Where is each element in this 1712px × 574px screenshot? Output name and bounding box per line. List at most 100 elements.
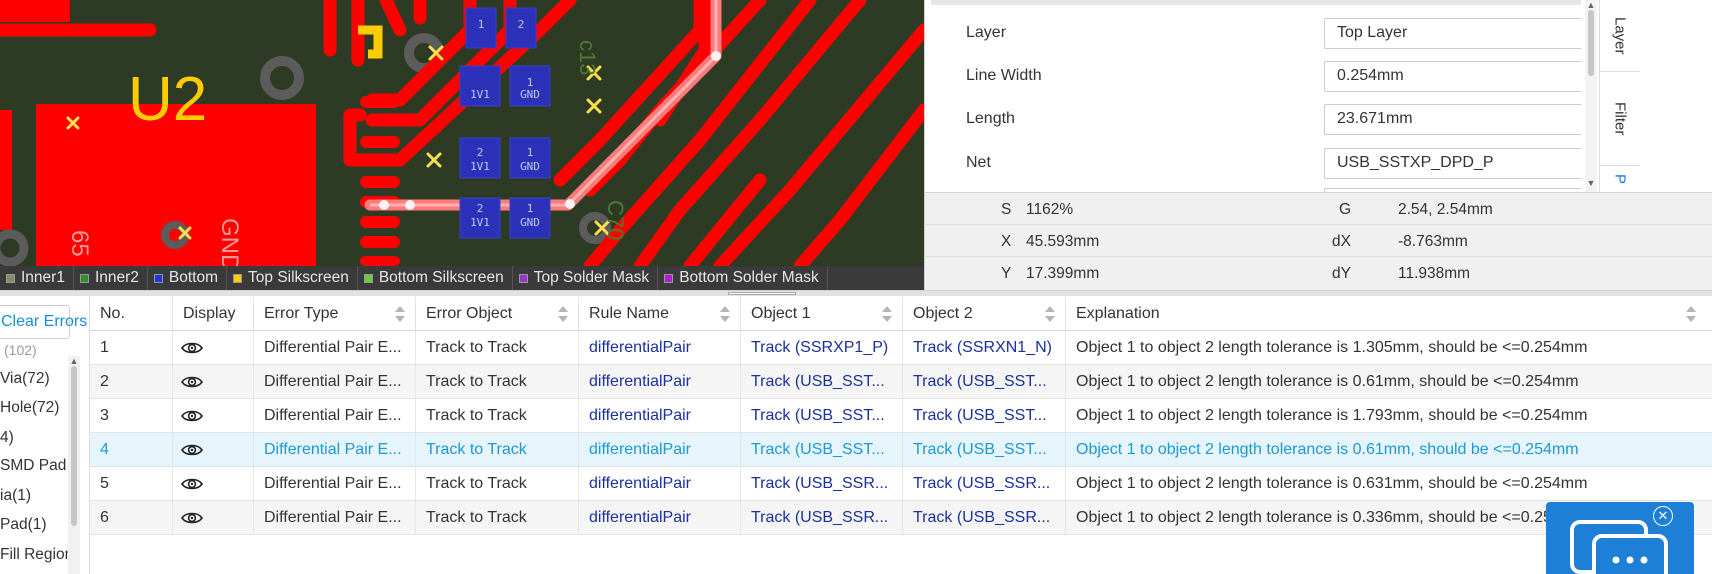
property-row-net: Net USB_SSTXP_DPD_P✕⌄	[931, 143, 1581, 183]
cell-display	[173, 365, 254, 398]
list-item[interactable]: ia(1)	[0, 487, 31, 505]
sort-icon[interactable]	[1686, 306, 1696, 322]
eye-icon[interactable]	[181, 409, 203, 423]
sort-icon[interactable]	[1045, 306, 1055, 322]
cell-rule-name[interactable]: differentialPair	[579, 331, 741, 364]
eye-icon[interactable]	[181, 341, 203, 355]
properties-scrollbar[interactable]: ▲ ▼	[1585, 0, 1597, 192]
table-row[interactable]: 3 Differential Pair E... Track to Track dif…	[90, 399, 1712, 433]
cell-rule-name[interactable]: differentialPair	[579, 399, 741, 432]
cell-explanation: Object 1 to object 2 length tolerance is…	[1076, 474, 1588, 492]
cell-object2[interactable]: Track (USB_SST...	[903, 365, 1066, 398]
layer-tab-bottom[interactable]: Bottom	[148, 266, 228, 290]
eye-icon[interactable]	[181, 443, 203, 457]
net-select[interactable]: USB_SSTXP_DPD_P✕⌄	[1324, 147, 1581, 179]
grid-value: 2.54, 2.54mm	[1398, 201, 1493, 218]
close-icon[interactable]: ✕	[1653, 506, 1673, 526]
splitter-grip[interactable]	[728, 292, 796, 295]
list-item[interactable]: (102)	[4, 342, 37, 358]
cell-object2[interactable]: Track (USB_SSR...	[903, 467, 1066, 500]
property-label: Length	[966, 110, 1015, 127]
list-item[interactable]: SMD Pad	[0, 457, 66, 475]
pad-label: 2	[477, 202, 484, 215]
cell-object1[interactable]: Track (USB_SST...	[741, 433, 903, 466]
layer-select[interactable]: Top Layer⌄	[1324, 17, 1581, 49]
side-tab-properties[interactable]: P	[1600, 166, 1640, 192]
column-header-display[interactable]: Display	[173, 297, 254, 331]
table-row[interactable]: 5 Differential Pair E... Track to Track dif…	[90, 467, 1712, 501]
cell-rule-name[interactable]: differentialPair	[579, 467, 741, 500]
table-row[interactable]: 1 Differential Pair E... Track to Track dif…	[90, 331, 1712, 365]
cell-no: 5	[90, 467, 173, 500]
table-row[interactable]: 4 Differential Pair E... Track to Track dif…	[90, 433, 1712, 467]
drc-category-list: Clear Errors (102) Via(72) Hole(72) 4) S…	[0, 296, 90, 574]
layer-tab-top-solder-mask[interactable]: Top Solder Mask	[513, 266, 659, 290]
list-item[interactable]: 4)	[0, 429, 14, 447]
panel-splitter[interactable]	[0, 290, 1712, 296]
cell-object1[interactable]: Track (USB_SSR...	[741, 501, 903, 534]
cell-object1[interactable]: Track (USB_SST...	[741, 399, 903, 432]
line-width-input[interactable]: 0.254mm	[1324, 60, 1581, 92]
silk-text: GND	[216, 218, 243, 266]
sort-icon[interactable]	[720, 306, 730, 322]
scale-label: S	[1001, 201, 1012, 218]
pad-label: 1V1	[470, 160, 490, 173]
scroll-up-icon[interactable]: ▲	[1585, 0, 1597, 10]
pcb-drawing[interactable]: 1 2 1V1 1 GND 2 1V1 1 GND 2 1V1 1 GND U2…	[0, 0, 924, 266]
cell-rule-name[interactable]: differentialPair	[579, 501, 741, 534]
sort-icon[interactable]	[558, 306, 568, 322]
length-input[interactable]: 23.671mm	[1324, 103, 1581, 135]
cell-object2[interactable]: Track (SSRXN1_N)	[903, 331, 1066, 364]
cell-error-type: Differential Pair E...	[254, 399, 416, 432]
layer-tab-inner1[interactable]: Inner1	[0, 266, 74, 290]
layer-tab-bottom-silkscreen[interactable]: Bottom Silkscreen	[358, 266, 513, 290]
drc-error-table: No. Display Error Type Error Object Rule…	[90, 297, 1712, 574]
column-header-object1[interactable]: Object 1	[741, 297, 903, 331]
scrollbar-thumb[interactable]	[1588, 10, 1594, 76]
cell-object2[interactable]: Track (USB_SST...	[903, 433, 1066, 466]
column-header-no[interactable]: No.	[90, 297, 173, 331]
cell-rule-name[interactable]: differentialPair	[579, 433, 741, 466]
scale-value: 1162%	[1026, 201, 1074, 218]
eye-icon[interactable]	[181, 477, 203, 491]
cell-explanation: Object 1 to object 2 length tolerance is…	[1076, 372, 1579, 390]
cell-error-object: Track to Track	[416, 399, 579, 432]
cell-object1[interactable]: Track (USB_SSR...	[741, 467, 903, 500]
eye-icon[interactable]	[181, 375, 203, 389]
layer-tab-top-silkscreen[interactable]: Top Silkscreen	[227, 266, 358, 290]
list-item[interactable]: Pad(1)	[0, 516, 47, 534]
pcb-canvas[interactable]: 1 2 1V1 1 GND 2 1V1 1 GND 2 1V1 1 GND U2…	[0, 0, 924, 266]
cell-object1[interactable]: Track (USB_SST...	[741, 365, 903, 398]
scrollbar-thumb[interactable]	[71, 366, 77, 526]
list-item[interactable]: Fill Region	[0, 546, 73, 564]
column-header-rule-name[interactable]: Rule Name	[579, 297, 741, 331]
layer-tab-inner2[interactable]: Inner2	[74, 266, 148, 290]
x-value: 45.593mm	[1026, 233, 1100, 250]
property-list: Layer Top Layer⌄ Line Width 0.254mm Leng…	[931, 0, 1581, 192]
side-tab-layer[interactable]: Layer	[1600, 0, 1640, 72]
cell-rule-name[interactable]: differentialPair	[579, 365, 741, 398]
table-row[interactable]: 6 Differential Pair E... Track to Track dif…	[90, 501, 1712, 535]
cell-object1[interactable]: Track (SSRXP1_P)	[741, 331, 903, 364]
column-header-error-object[interactable]: Error Object	[416, 297, 579, 331]
column-header-explanation[interactable]: Explanation	[1066, 297, 1712, 331]
cell-object2[interactable]: Track (USB_SST...	[903, 399, 1066, 432]
list-scrollbar[interactable]: ▲	[68, 356, 80, 574]
scroll-down-icon[interactable]: ▼	[1585, 178, 1597, 188]
grid-label: G	[1338, 201, 1351, 218]
eye-icon[interactable]	[181, 511, 203, 525]
side-tab-filter[interactable]: Filter	[1600, 72, 1640, 166]
sort-icon[interactable]	[395, 306, 405, 322]
list-item[interactable]: Via(72)	[0, 370, 50, 388]
sort-icon[interactable]	[882, 306, 892, 322]
clear-errors-button[interactable]: Clear Errors	[0, 305, 87, 339]
column-header-object2[interactable]: Object 2	[903, 297, 1066, 331]
cell-no: 3	[90, 399, 173, 432]
column-header-error-type[interactable]: Error Type	[254, 297, 416, 331]
cell-object2[interactable]: Track (USB_SSR...	[903, 501, 1066, 534]
layer-tab-bottom-solder-mask[interactable]: Bottom Solder Mask	[658, 266, 828, 290]
table-row[interactable]: 2 Differential Pair E... Track to Track dif…	[90, 365, 1712, 399]
list-item[interactable]: Hole(72)	[0, 399, 59, 417]
scroll-up-icon[interactable]: ▲	[68, 356, 80, 366]
dy-label: dY	[1332, 265, 1351, 282]
